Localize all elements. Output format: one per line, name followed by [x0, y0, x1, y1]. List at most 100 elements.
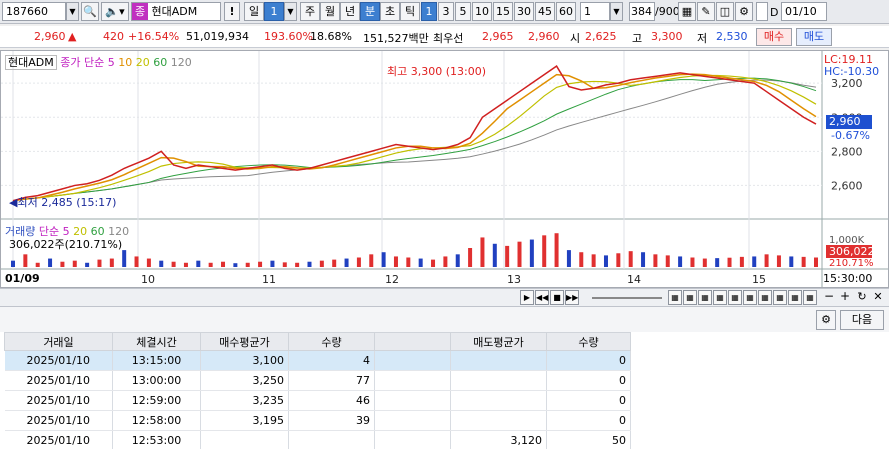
search-button[interactable]: 🔍	[81, 2, 99, 21]
table-cell: 0	[546, 410, 631, 431]
tool-4-button[interactable]: ▦	[713, 290, 727, 305]
scroll-right-button[interactable]: ▶	[520, 290, 534, 305]
volume-bar	[356, 257, 361, 267]
volume-bar	[109, 258, 114, 267]
period-second-button[interactable]: 초	[380, 2, 400, 21]
speaker-button[interactable]: 🔈▾	[101, 2, 129, 21]
table-cell	[450, 410, 547, 431]
volume-bar	[702, 258, 707, 267]
chart-canvas[interactable]: 101112131415 3,2003,0002,8002,600	[1, 51, 888, 287]
table-cell	[374, 390, 451, 411]
table-settings-button[interactable]: ⚙	[816, 310, 836, 330]
turnover-rate: 18.68%	[310, 30, 352, 43]
chart-navigation: ▶ ◀◀ ■ ▶▶ ▦ ▦ ▦ ▦ ▦ ▦ ▦ ▦ ▦ ▦ − + ↻ ✕	[0, 288, 889, 306]
stock-name-field[interactable]: 종 현대ADM	[131, 2, 221, 21]
table-row[interactable]: 2025/01/10 12:58:00 3,195 39 0	[4, 410, 631, 431]
forward-button[interactable]: ▶▶	[565, 290, 579, 305]
period-dropdown-icon[interactable]: ▼	[284, 2, 297, 21]
zoom-in-icon[interactable]: +	[838, 290, 852, 305]
tool-8-button[interactable]: ▦	[773, 290, 787, 305]
zoom-slider[interactable]	[592, 297, 662, 299]
y-tick-label: 2,800	[831, 145, 863, 158]
volume-bar	[295, 262, 300, 267]
table-header-bar: ⚙ 다음	[0, 306, 889, 332]
current-volume-pct: 210.71%	[829, 258, 874, 269]
legend-ma120: 120	[170, 56, 192, 69]
volume-bar	[97, 259, 102, 267]
interval-1-button[interactable]: 1	[421, 2, 437, 21]
next-button[interactable]: 다음	[840, 310, 884, 330]
tool-10-button[interactable]: ▦	[803, 290, 817, 305]
period-value-box[interactable]: 1	[264, 2, 284, 21]
bar-count-current[interactable]: 384	[629, 2, 655, 21]
d-checkbox[interactable]	[756, 2, 768, 21]
volume-bar	[258, 261, 263, 267]
stop-button[interactable]: ■	[550, 290, 564, 305]
zoom-out-icon[interactable]: −	[822, 290, 836, 305]
reset-zoom-icon[interactable]: ↻	[855, 290, 869, 305]
stock-code-input[interactable]: 187660	[2, 2, 66, 21]
current-volume-tag: 306,022	[826, 245, 875, 258]
save-button[interactable]: ◫	[716, 2, 734, 21]
code-dropdown-icon[interactable]: ▼	[66, 2, 79, 21]
tool-1-button[interactable]: ▦	[668, 290, 682, 305]
alert-button[interactable]: !	[224, 2, 240, 21]
volume-bar	[542, 235, 547, 267]
candle-settings-button[interactable]: ▦	[678, 2, 696, 21]
table-cell: 13:15:00	[112, 350, 201, 371]
period-tick-button[interactable]: 틱	[400, 2, 420, 21]
interval-3-button[interactable]: 3	[438, 2, 454, 21]
interval-5-button[interactable]: 5	[455, 2, 471, 21]
low-price: 2,530	[716, 30, 748, 43]
search-icon: 🔍	[83, 5, 97, 18]
period-month-button[interactable]: 월	[320, 2, 340, 21]
trade-amount: 151,527백만	[363, 32, 429, 45]
settings-button[interactable]: ⚙	[735, 2, 753, 21]
rewind-button[interactable]: ◀◀	[535, 290, 549, 305]
stock-name: 현대ADM	[151, 5, 198, 18]
up-arrow-icon: ▲	[68, 30, 77, 43]
tool-6-button[interactable]: ▦	[743, 290, 757, 305]
volume: 51,019,934	[186, 30, 249, 43]
tool-9-button[interactable]: ▦	[788, 290, 802, 305]
tool-7-button[interactable]: ▦	[758, 290, 772, 305]
y-tick-label: 3,200	[831, 77, 863, 90]
table-row[interactable]: 2025/01/10 12:53:00 3,120 50	[4, 430, 631, 449]
period-week-button[interactable]: 주	[300, 2, 320, 21]
close-icon[interactable]: ✕	[871, 290, 885, 305]
period-year-button[interactable]: 년	[340, 2, 360, 21]
table-row[interactable]: 2025/01/10 12:59:00 3,235 46 0	[4, 390, 631, 411]
table-cell: 2025/01/10	[4, 350, 113, 371]
sell-button[interactable]: 매도	[796, 28, 832, 46]
interval-45-button[interactable]: 45	[535, 2, 555, 21]
table-row[interactable]: 2025/01/10 13:00:00 3,250 77 0	[4, 370, 631, 391]
volume-bar	[665, 255, 670, 267]
priority-label: 최우선	[433, 32, 464, 45]
interval-30-button[interactable]: 30	[514, 2, 534, 21]
table-cell: 13:00:00	[112, 370, 201, 391]
buy-button[interactable]: 매수	[756, 28, 792, 46]
interval-15-button[interactable]: 15	[493, 2, 513, 21]
x-label-start: 01/09	[5, 272, 40, 285]
price-chart[interactable]: 101112131415 3,2003,0002,8002,600 현대ADM …	[0, 50, 889, 288]
tool-3-button[interactable]: ▦	[698, 290, 712, 305]
table-cell: 4	[288, 350, 375, 371]
col-trade-date: 거래일	[4, 332, 113, 351]
period-day-button[interactable]: 일	[244, 2, 264, 21]
draw-tool-button[interactable]: ✎	[697, 2, 715, 21]
table-cell	[374, 350, 451, 371]
interval-input[interactable]: 1	[580, 2, 610, 21]
interval-60-button[interactable]: 60	[556, 2, 576, 21]
table-cell: 12:58:00	[112, 410, 201, 431]
volume-bar	[628, 251, 633, 267]
interval-dropdown-icon[interactable]: ▼	[610, 2, 623, 21]
date-input[interactable]: 01/10	[781, 2, 827, 21]
volume-bar	[85, 262, 90, 267]
tool-5-button[interactable]: ▦	[728, 290, 742, 305]
tool-2-button[interactable]: ▦	[683, 290, 697, 305]
table-cell: 39	[288, 410, 375, 431]
interval-10-button[interactable]: 10	[472, 2, 492, 21]
volume-bar	[332, 259, 337, 267]
table-row[interactable]: 2025/01/10 13:15:00 3,100 4 0	[4, 350, 631, 371]
period-minute-button[interactable]: 분	[360, 2, 380, 21]
